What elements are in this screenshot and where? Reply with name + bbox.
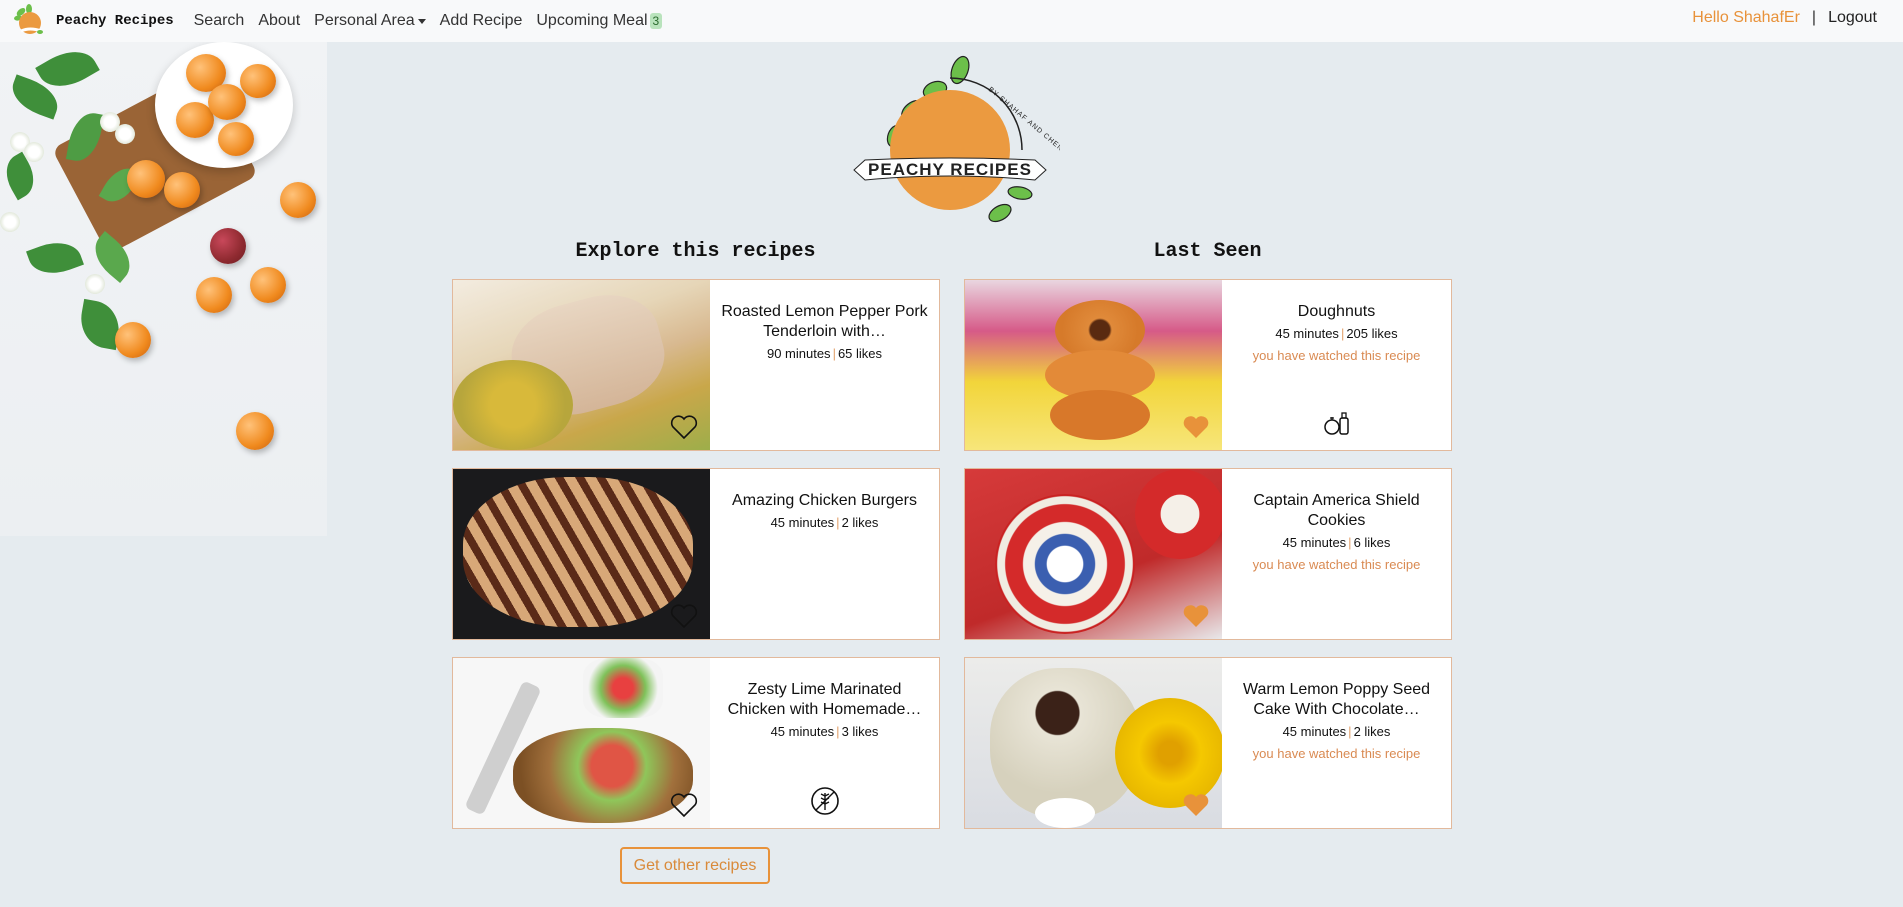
recipe-card[interactable]: Captain America Shield Cookies 45 minute… [964,468,1452,640]
chevron-down-icon [417,18,426,24]
nav-separator: | [1811,9,1817,26]
gluten-free-icon [810,787,839,815]
recipe-info: Zesty Lime Marinated Chicken with Homema… [710,658,939,828]
recipe-image[interactable] [453,280,710,450]
recipe-title[interactable]: Amazing Chicken Burgers [710,491,939,511]
recipe-image[interactable] [965,469,1222,639]
recipe-minutes: 45 minutes [770,515,835,530]
recipe-info: Amazing Chicken Burgers 45 minutes | 2 lik… [710,469,939,639]
logout-link[interactable]: Logout [1828,9,1877,27]
recipe-likes: 3 likes [841,724,879,739]
last-seen-title: Last Seen [1153,240,1262,263]
recipe-image[interactable] [965,658,1222,828]
recipe-meta: 45 minutes | 3 likes [770,724,879,739]
recipe-image[interactable] [453,658,710,828]
watched-note: you have watched this recipe [1252,746,1421,761]
get-other-recipes-button[interactable]: Get other recipes [620,847,770,884]
nav-personal-area-label: Personal Area [314,12,415,29]
upcoming-meal-count-badge: 3 [649,13,663,29]
recipe-meta: 90 minutes | 65 likes [766,346,883,361]
recipe-minutes: 45 minutes [1282,724,1347,739]
navbar: Peachy Recipes Search About Personal Are… [0,0,1903,42]
decorative-apricots-photo [0,42,327,536]
nav-add-recipe[interactable]: Add Recipe [440,12,523,30]
recipe-likes: 2 likes [1353,724,1391,739]
recipe-meta: 45 minutes | 6 likes [1282,535,1391,550]
heart-outline-icon[interactable] [670,414,698,440]
recipe-likes: 65 likes [837,346,883,361]
nav-upcoming-meal[interactable]: Upcoming Meal 3 [536,12,663,30]
recipe-info: Roasted Lemon Pepper Pork Tenderloin wit… [710,280,939,450]
recipe-minutes: 45 minutes [770,724,835,739]
recipe-card[interactable]: Roasted Lemon Pepper Pork Tenderloin wit… [452,279,940,451]
recipe-info: Warm Lemon Poppy Seed Cake With Chocolat… [1222,658,1451,828]
user-area: Hello ShahafEr | Logout [1692,0,1877,36]
watched-note: you have watched this recipe [1252,557,1421,572]
nav-about[interactable]: About [258,12,300,30]
vegetarian-icon [1323,412,1349,435]
nav-upcoming-meal-label: Upcoming Meal [536,12,648,29]
recipe-image[interactable] [965,280,1222,450]
recipe-meta: 45 minutes | 2 likes [770,515,879,530]
recipe-minutes: 45 minutes [1275,326,1339,341]
brand-name[interactable]: Peachy Recipes [56,13,174,29]
peachy-recipes-logo: PEACHY RECIPES BY SHAHAF AND CHEN [840,48,1065,234]
user-greeting: Hello ShahafEr [1692,9,1800,26]
heart-filled-icon[interactable] [1182,414,1210,440]
recipe-minutes: 90 minutes [766,346,831,361]
heart-outline-icon[interactable] [670,792,698,818]
heart-outline-icon[interactable] [670,603,698,629]
peach-logo-icon [12,4,46,38]
recipe-title[interactable]: Roasted Lemon Pepper Pork Tenderloin wit… [710,302,939,342]
recipe-likes: 205 likes [1346,326,1398,341]
recipe-title[interactable]: Doughnuts [1222,302,1451,322]
recipe-title[interactable]: Zesty Lime Marinated Chicken with Homema… [710,680,939,720]
recipe-info: Captain America Shield Cookies 45 minute… [1222,469,1451,639]
recipe-image[interactable] [453,469,710,639]
logo-text: PEACHY RECIPES [868,160,1032,179]
recipe-info: Doughnuts 45 minutes | 205 likes you have … [1222,280,1451,450]
recipe-likes: 2 likes [841,515,879,530]
heart-filled-icon[interactable] [1182,603,1210,629]
recipe-card[interactable]: Warm Lemon Poppy Seed Cake With Chocolat… [964,657,1452,829]
recipe-card[interactable]: Amazing Chicken Burgers 45 minutes | 2 lik… [452,468,940,640]
recipe-meta: 45 minutes | 205 likes [1275,326,1398,341]
recipe-title[interactable]: Warm Lemon Poppy Seed Cake With Chocolat… [1222,680,1451,720]
heart-filled-icon[interactable] [1182,792,1210,818]
brand[interactable]: Peachy Recipes [12,4,194,38]
recipe-title[interactable]: Captain America Shield Cookies [1222,491,1451,531]
nav-personal-area[interactable]: Personal Area [314,12,426,30]
recipe-likes: 6 likes [1353,535,1391,550]
explore-title: Explore this recipes [575,240,816,263]
recipe-card[interactable]: Doughnuts 45 minutes | 205 likes you have … [964,279,1452,451]
watched-note: you have watched this recipe [1252,348,1421,363]
recipe-card[interactable]: Zesty Lime Marinated Chicken with Homema… [452,657,940,829]
recipe-minutes: 45 minutes [1282,535,1347,550]
nav-search[interactable]: Search [194,12,245,30]
recipe-meta: 45 minutes | 2 likes [1282,724,1391,739]
